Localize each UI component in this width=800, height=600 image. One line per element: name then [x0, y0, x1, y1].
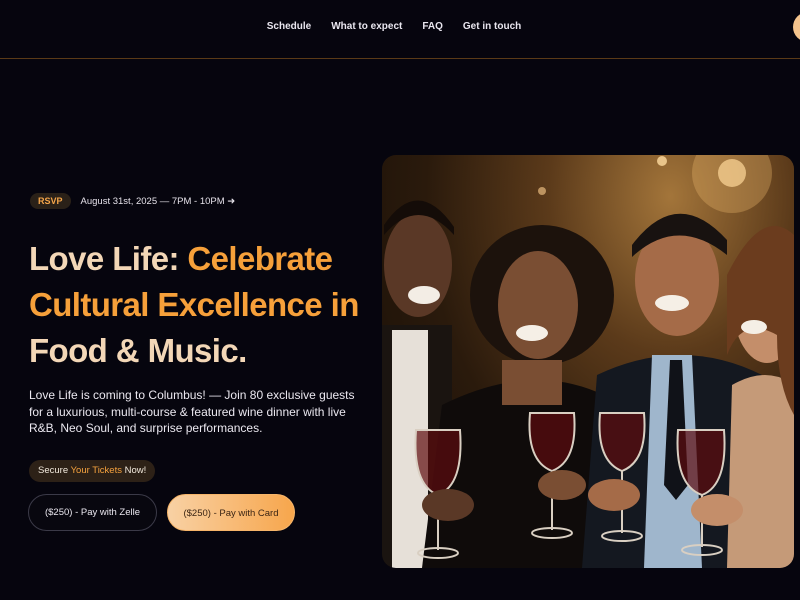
secure-pre: Secure [38, 465, 71, 476]
top-nav: Schedule What to expect FAQ Get in touch [0, 0, 800, 59]
nav-link-get-in-touch[interactable]: Get in touch [463, 21, 521, 32]
pay-with-card-button[interactable]: ($250) - Pay with Card [167, 494, 295, 531]
rsvp-row[interactable]: RSVP August 31st, 2025 — 7PM - 10PM ➜ [30, 193, 235, 209]
secure-tickets-pill: Secure Your Tickets Now! [29, 460, 156, 482]
headline-accent: Celebrate [187, 240, 333, 277]
nav-link-schedule[interactable]: Schedule [267, 21, 311, 32]
secure-post: Now! [121, 465, 147, 476]
hero-headline: Love Life: Celebrate Cultural Excellence… [29, 236, 389, 374]
nav-links: Schedule What to expect FAQ Get in touch [0, 21, 800, 32]
hero-photo-people-toasting [382, 155, 794, 568]
headline-line3: Food & Music. [29, 332, 247, 369]
headline-part1: Love Life: [29, 240, 188, 277]
nav-link-what-to-expect[interactable]: What to expect [331, 21, 402, 32]
nav-cta-button[interactable] [793, 12, 800, 42]
headline-line2: Cultural Excellence in [29, 286, 359, 323]
nav-link-faq[interactable]: FAQ [422, 21, 443, 32]
hero-description: Love Life is coming to Columbus! — Join … [29, 388, 355, 435]
rsvp-badge: RSVP [30, 193, 71, 209]
secure-highlight: Your Tickets [70, 465, 122, 476]
pay-with-zelle-button[interactable]: ($250) - Pay with Zelle [28, 494, 157, 531]
event-date-link[interactable]: August 31st, 2025 — 7PM - 10PM ➜ [81, 196, 236, 207]
hero-photo-illustration [382, 155, 794, 568]
